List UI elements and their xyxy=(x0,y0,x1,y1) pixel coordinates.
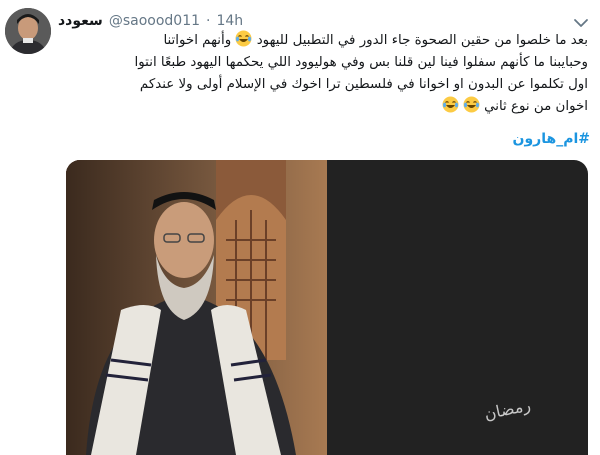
tweet-header: سعودد @saoood011 · 14h xyxy=(58,10,243,32)
separator-dot: · xyxy=(206,13,211,29)
avatar[interactable] xyxy=(5,8,51,54)
tweet-line: بعد ما خلصوا من حقين الصحوة جاء الدور في… xyxy=(58,30,588,52)
face-with-tears-of-joy-icon xyxy=(463,96,480,113)
chevron-down-icon[interactable] xyxy=(572,14,590,27)
tweet-line: اول تكلموا عن البدون او اخوانا في فلسطين… xyxy=(58,74,588,96)
tweet-line: اخوان من نوع ثاني xyxy=(58,96,588,118)
tweet-text-segment: وحبايبنا ما كأنهم سفلوا فينا لين قلنا بس… xyxy=(134,55,588,70)
tweet-text-segment: اول تكلموا عن البدون او اخوانا في فلسطين… xyxy=(139,77,588,92)
timestamp[interactable]: 14h xyxy=(216,13,243,29)
hashtag-link[interactable]: #ام_هارون xyxy=(513,131,590,147)
face-with-tears-of-joy-icon xyxy=(442,96,459,113)
tweet-card[interactable]: سعودد @saoood011 · 14h بعد ما خلصوا من ح… xyxy=(0,0,600,455)
user-handle[interactable]: @saoood011 xyxy=(109,13,200,29)
display-name[interactable]: سعودد xyxy=(58,13,103,29)
media-attachment[interactable]: mbc xyxy=(66,160,588,455)
face-with-tears-of-joy-icon xyxy=(235,30,252,47)
tweet-line: وحبايبنا ما كأنهم سفلوا فينا لين قلنا بس… xyxy=(58,52,588,74)
media-image-right[interactable] xyxy=(66,160,327,455)
watermark: رمضان xyxy=(482,395,533,424)
tweet-text: بعد ما خلصوا من حقين الصحوة جاء الدور في… xyxy=(58,30,588,118)
tweet-text-segment: بعد ما خلصوا من حقين الصحوة جاء الدور في… xyxy=(256,33,588,48)
tweet-text-segment: وأنهم اخواتنا xyxy=(163,33,232,48)
tweet-text-segment: اخوان من نوع ثاني xyxy=(484,99,588,114)
